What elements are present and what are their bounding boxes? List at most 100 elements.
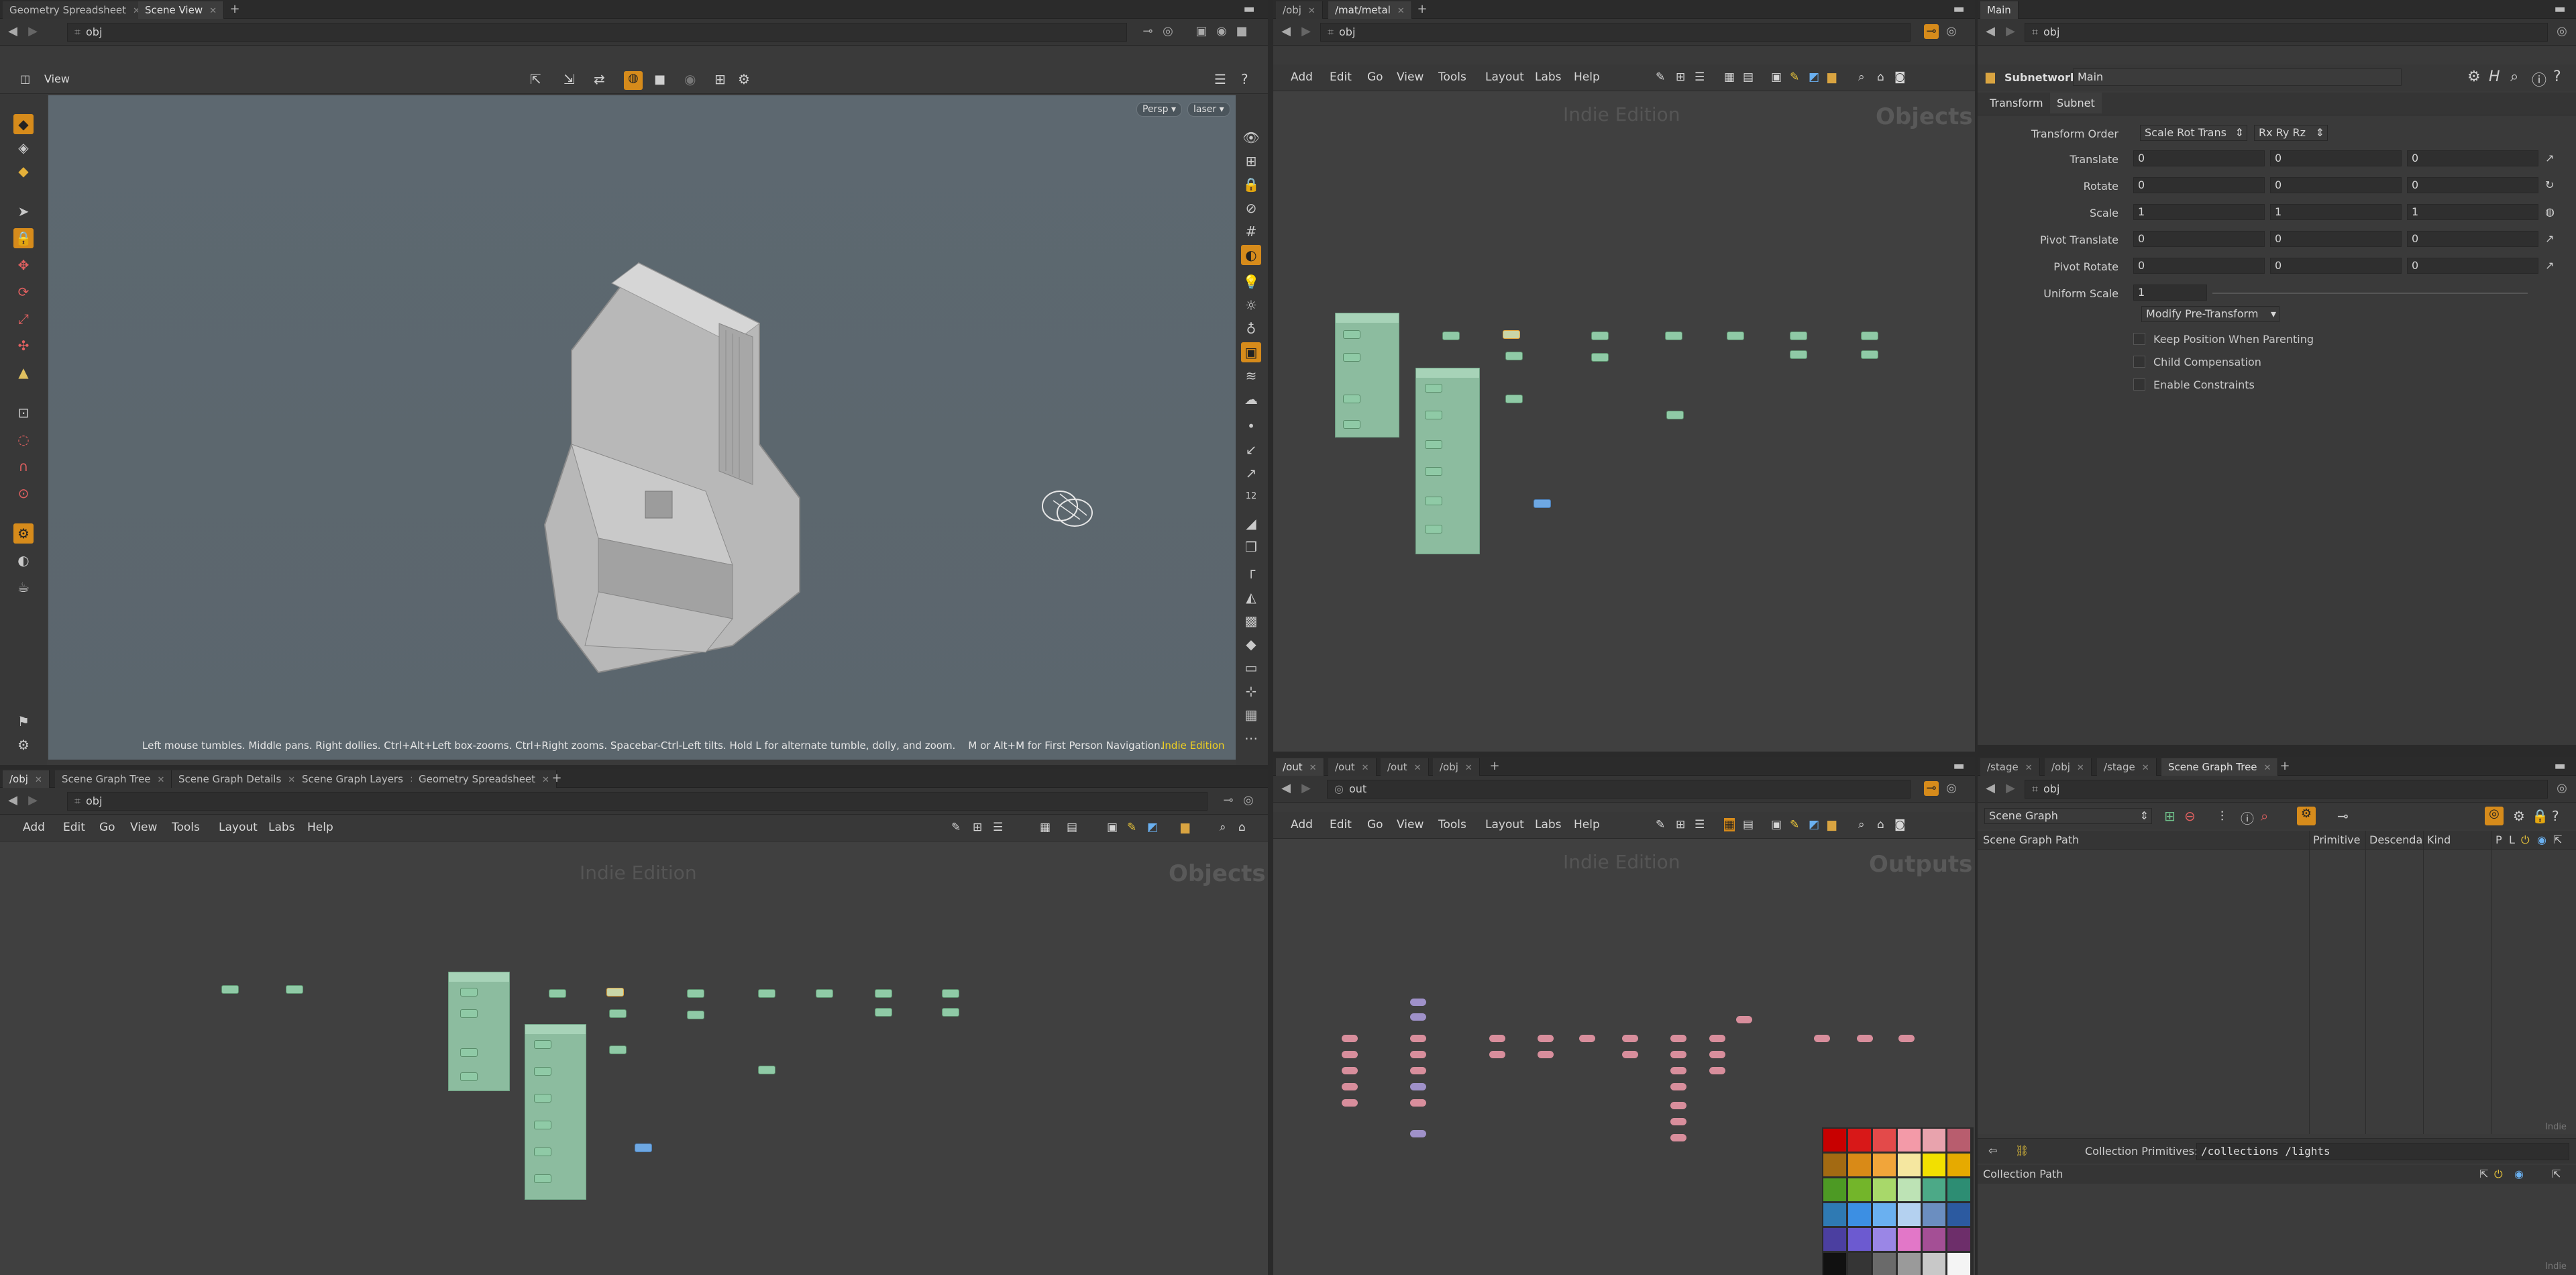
back-arrow-icon[interactable]: ◀ — [1279, 781, 1293, 796]
network-canvas[interactable]: Indie Edition Objects — [0, 842, 1268, 1275]
home-icon[interactable]: ⌂ — [1238, 821, 1246, 834]
handle-icon[interactable]: ↗ — [2545, 232, 2554, 245]
snapshot-icon[interactable]: ◙ — [1894, 70, 1906, 84]
node[interactable] — [758, 1066, 775, 1074]
node[interactable] — [1790, 332, 1807, 340]
color-swatch[interactable] — [1947, 1154, 1970, 1176]
tile-view-icon[interactable]: ▤ — [1067, 821, 1077, 834]
back-arrow-icon[interactable]: ◀ — [1279, 24, 1293, 39]
enable-constraints-checkbox[interactable] — [2133, 378, 2145, 391]
select-mode-icon[interactable]: ⇱ — [530, 71, 541, 87]
node[interactable] — [1343, 330, 1360, 339]
select-obj-icon[interactable]: ⇲ — [564, 71, 575, 87]
menu-help[interactable]: Help — [1574, 70, 1600, 84]
normal-icon[interactable]: ↙ — [1241, 440, 1261, 460]
pin-icon[interactable]: ⊸ — [1221, 793, 1236, 808]
rop-node[interactable] — [1342, 1051, 1358, 1058]
color-swatch[interactable] — [1923, 1154, 1945, 1176]
palette-icon[interactable]: ◩ — [1147, 821, 1158, 834]
node[interactable] — [1665, 332, 1682, 340]
rotate-z[interactable]: 0 — [2407, 177, 2538, 193]
rop-node[interactable] — [1857, 1035, 1873, 1042]
node[interactable] — [758, 989, 775, 998]
rop-node[interactable] — [1410, 1130, 1426, 1137]
pane-menu-icon[interactable]: ▬ — [2552, 1, 2568, 17]
tab-out[interactable]: /out ✕ — [1328, 758, 1377, 776]
display-options-icon[interactable]: ☰ — [1214, 71, 1226, 87]
rop-node[interactable] — [1814, 1035, 1830, 1042]
help-icon[interactable]: ? — [2553, 68, 2561, 85]
filter-icon[interactable]: ⊞ — [2164, 808, 2176, 824]
tab-obj[interactable]: /obj ✕ — [3, 770, 50, 788]
menu-labs[interactable]: Labs — [1535, 818, 1562, 831]
pane-menu-icon[interactable]: ▬ — [1951, 758, 1967, 774]
camera-view-icon[interactable]: ▣ — [1241, 342, 1261, 362]
link-icon[interactable]: ◎ — [1944, 781, 1959, 796]
list-icon[interactable]: ☰ — [1695, 70, 1705, 84]
color-swatch[interactable] — [1873, 1178, 1896, 1201]
image-view-icon[interactable]: ▣ — [1771, 70, 1782, 84]
select-col-icon[interactable]: ⇱ — [2552, 1168, 2561, 1180]
folder-icon[interactable]: ▆ — [1181, 821, 1189, 834]
wrench-icon[interactable]: ✎ — [951, 821, 961, 834]
color-swatch[interactable] — [1947, 1178, 1970, 1201]
eye-icon[interactable]: 👁 — [1241, 128, 1261, 148]
node[interactable] — [1442, 332, 1460, 340]
rop-node[interactable] — [1709, 1051, 1725, 1058]
rot-order-menu[interactable]: Rx Ry Rz ⇕ — [2254, 125, 2328, 141]
palette-icon[interactable]: ◩ — [1809, 70, 1819, 84]
node[interactable] — [875, 989, 892, 998]
color-swatch[interactable] — [1873, 1253, 1896, 1275]
search-icon[interactable]: ⌕ — [1220, 821, 1226, 834]
menu-edit[interactable]: Edit — [1330, 818, 1352, 831]
rop-node[interactable] — [1670, 1102, 1686, 1109]
close-icon[interactable]: ✕ — [209, 6, 217, 16]
color-swatch[interactable] — [1873, 1203, 1896, 1226]
tree-icon[interactable]: ⊞ — [1676, 818, 1685, 831]
node[interactable] — [1861, 332, 1878, 340]
network-box[interactable] — [525, 1024, 586, 1200]
menu-layout[interactable]: Layout — [1485, 818, 1524, 831]
link-icon[interactable]: ◎ — [1241, 793, 1256, 808]
node[interactable] — [1425, 525, 1442, 533]
color-swatch[interactable] — [1823, 1203, 1846, 1226]
bulb-icon[interactable]: ♁ — [1241, 319, 1261, 339]
add-tab-icon[interactable]: + — [227, 1, 243, 17]
node[interactable] — [606, 988, 624, 997]
vector-icon[interactable]: ↗ — [1241, 463, 1261, 483]
image-view-icon[interactable]: ▣ — [1107, 821, 1118, 834]
col-descendants[interactable]: Descenda — [2369, 833, 2422, 846]
translate-y[interactable]: 0 — [2270, 150, 2402, 166]
color-swatch[interactable] — [1873, 1154, 1896, 1176]
back-arrow-icon[interactable]: ◀ — [1983, 781, 1998, 796]
close-icon[interactable]: ✕ — [2264, 763, 2271, 773]
list-icon[interactable]: ☰ — [993, 821, 1003, 834]
network-box[interactable] — [448, 972, 510, 1091]
tab-stage[interactable]: /stage ✕ — [2097, 758, 2157, 776]
pretransform-menu[interactable]: Modify Pre-Transform ▾ — [2141, 306, 2279, 322]
node[interactable] — [460, 1048, 478, 1057]
note-icon[interactable]: ✎ — [1127, 821, 1136, 834]
rop-node[interactable] — [1670, 1134, 1686, 1141]
maximize-icon[interactable]: ■ — [1234, 24, 1249, 39]
lock-col-icon[interactable]: ⏻ — [2494, 1168, 2503, 1181]
wrench-icon[interactable]: ✎ — [1656, 818, 1665, 831]
menu-labs[interactable]: Labs — [1535, 70, 1562, 84]
rop-node[interactable] — [1410, 1013, 1426, 1021]
menu-add[interactable]: Add — [23, 821, 45, 834]
child-compensation-checkbox[interactable] — [2133, 356, 2145, 368]
record-icon[interactable]: ◉ — [684, 71, 696, 87]
pane-menu-icon[interactable]: ▬ — [1241, 1, 1257, 17]
col-l[interactable]: L — [2509, 833, 2515, 846]
node[interactable] — [460, 1072, 478, 1081]
view-label[interactable]: View — [44, 72, 70, 85]
forward-arrow-icon[interactable]: ▶ — [2003, 24, 2018, 39]
node[interactable] — [221, 985, 239, 994]
rop-node[interactable] — [1410, 999, 1426, 1006]
search-icon[interactable]: ⌕ — [2261, 808, 2268, 824]
number-icon[interactable]: 12 — [1241, 487, 1261, 507]
tab-mat-metal[interactable]: /mat/metal ✕ — [1328, 1, 1412, 19]
menu-go[interactable]: Go — [99, 821, 115, 834]
rop-node[interactable] — [1670, 1083, 1686, 1090]
forward-arrow-icon[interactable]: ▶ — [1299, 781, 1313, 796]
